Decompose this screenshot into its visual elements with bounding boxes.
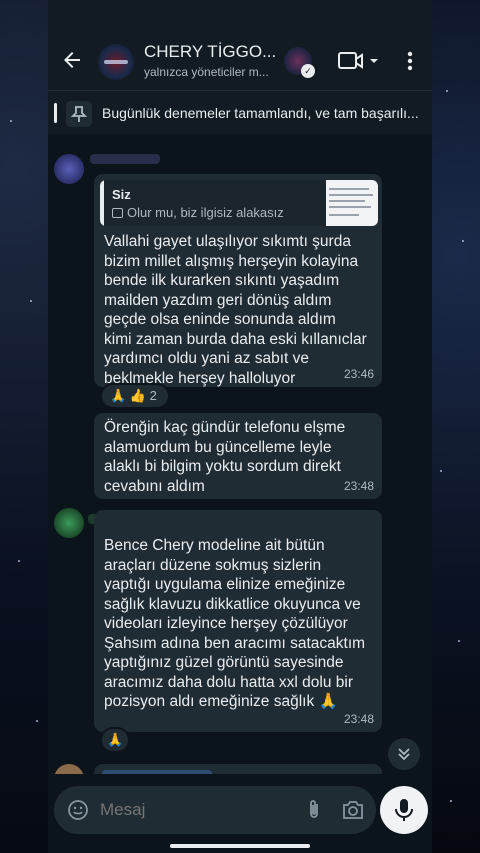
message-time: 23:46	[343, 367, 374, 381]
message-input-field[interactable]	[54, 786, 376, 834]
message-time: 23:48	[343, 479, 374, 493]
attach-icon[interactable]	[302, 798, 326, 822]
camera-icon[interactable]	[340, 798, 366, 822]
message-bubble[interactable]: Örenğin kaç gündür telefonu elşme alamuo…	[94, 413, 382, 499]
video-call-button[interactable]	[338, 50, 382, 72]
emoji-icon[interactable]	[66, 798, 90, 822]
group-avatar[interactable]	[98, 44, 134, 80]
scroll-to-bottom-button[interactable]	[388, 738, 420, 770]
quote-thumbnail	[326, 180, 378, 226]
wallpaper-right	[432, 0, 480, 853]
message-bubble[interactable]: Siz Olur mu, biz ilgisiz alakasız Vallah…	[94, 174, 382, 387]
chat-subtitle: yalnızca yöneticiler m...	[144, 65, 269, 79]
image-icon	[112, 208, 123, 218]
message-text: Bence Chery modeline ait bütün araçları …	[104, 537, 366, 710]
wallpaper-left	[0, 0, 48, 853]
chat-title: CHERY TİGGO...	[144, 42, 277, 61]
sender-name	[90, 154, 160, 164]
home-indicator	[170, 844, 310, 848]
sender-avatar[interactable]	[54, 508, 84, 538]
quote-author: Siz	[112, 187, 131, 202]
message-text: Vallahi gayet ulaşılıyor sıkımtı şurda b…	[104, 233, 367, 387]
check-icon: ✓	[301, 64, 315, 78]
reactions-text: 🙏 👍 2	[110, 388, 157, 403]
message-bubble[interactable]: Bence Chery modeline ait bütün araçları …	[94, 510, 382, 732]
pinned-message-bar[interactable]: Bugünlük denemeler tamamlandı, ve tam ba…	[48, 90, 432, 134]
pinned-message-text: Bugünlük denemeler tamamlandı, ve tam ba…	[102, 105, 419, 121]
more-options-icon[interactable]	[402, 48, 418, 74]
microphone-button[interactable]	[380, 786, 428, 834]
sender-avatar[interactable]	[54, 764, 84, 774]
message-list: Siz Olur mu, biz ilgisiz alakasız Vallah…	[48, 134, 432, 774]
reactions-text: 🙏	[107, 732, 124, 747]
chat-header: CHERY TİGGO... yalnızca yöneticiler m...…	[48, 0, 432, 90]
message-composer	[48, 774, 432, 853]
back-arrow-icon[interactable]	[60, 48, 84, 72]
community-avatar[interactable]: ✓	[284, 47, 315, 78]
message-time: 23:48	[343, 712, 374, 726]
sender-avatar[interactable]	[54, 154, 84, 184]
pinned-indicator	[54, 103, 57, 123]
microphone-icon	[395, 799, 413, 821]
pin-icon	[66, 101, 92, 127]
quoted-message[interactable]: Siz Olur mu, biz ilgisiz alakasız	[100, 180, 378, 226]
chat-screen: CHERY TİGGO... yalnızca yöneticiler m...…	[48, 0, 432, 853]
message-input[interactable]	[100, 800, 250, 820]
message-reactions[interactable]: 🙏	[100, 727, 130, 753]
quote-text: Olur mu, biz ilgisiz alakasız	[112, 205, 284, 220]
message-text: Örenğin kaç gündür telefonu elşme alamuo…	[104, 419, 346, 495]
chat-title-block[interactable]: CHERY TİGGO... yalnızca yöneticiler m...	[144, 42, 284, 79]
message-bubble[interactable]	[94, 764, 382, 774]
message-reactions[interactable]: 🙏 👍 2	[100, 383, 170, 409]
